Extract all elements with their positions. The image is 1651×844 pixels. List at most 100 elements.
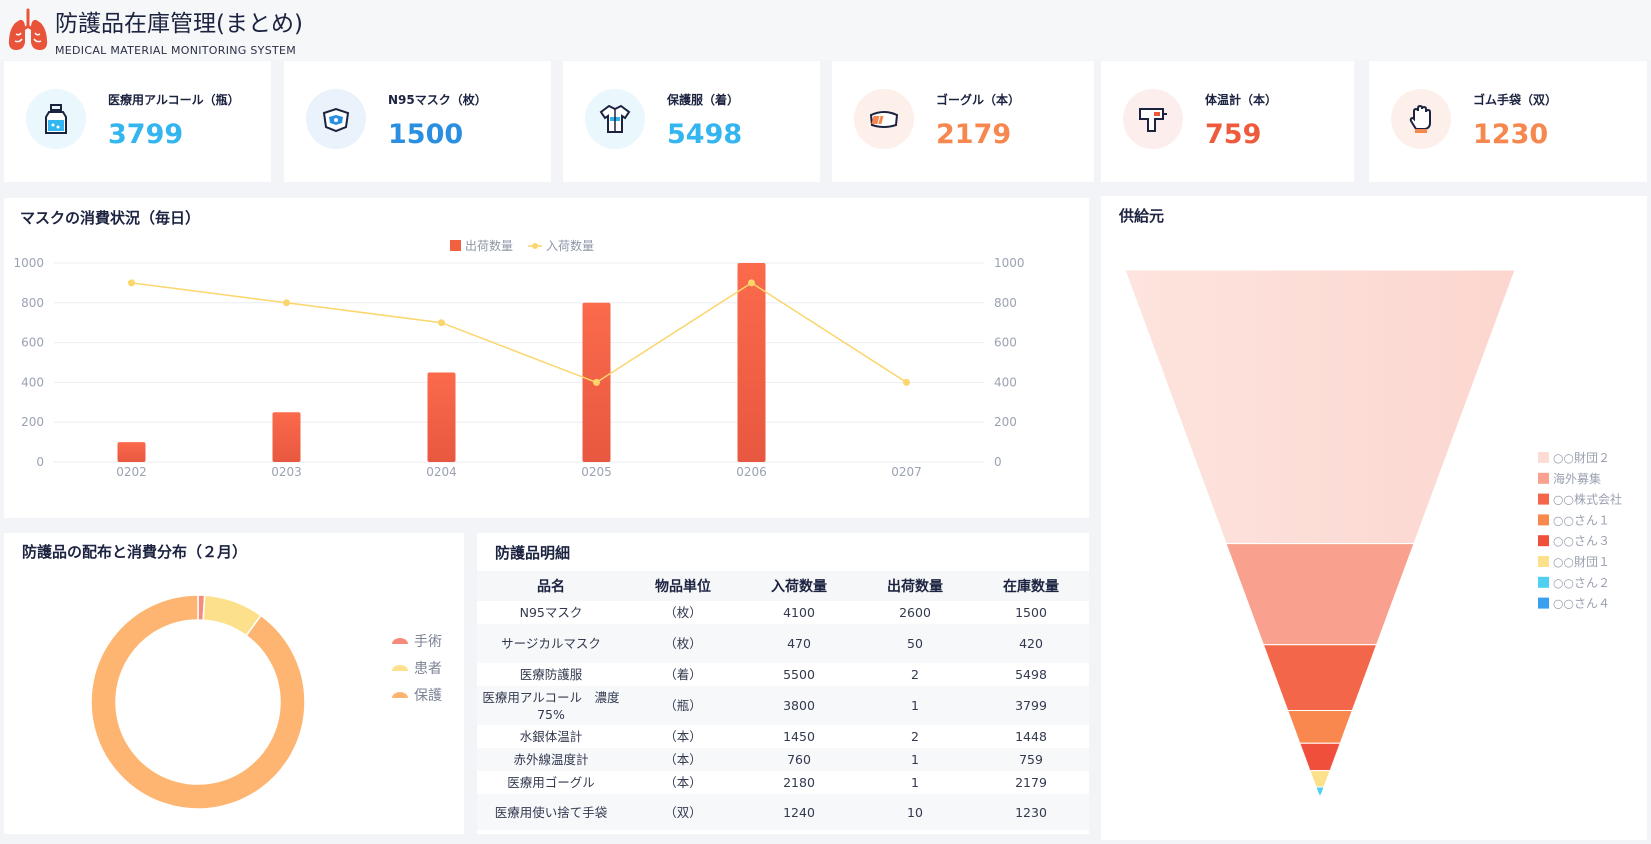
- table-cell: 3799: [973, 686, 1089, 725]
- funnel-segment: [1124, 269, 1516, 545]
- page-subtitle: MEDICAL MATERIAL MONITORING SYSTEM: [55, 44, 297, 57]
- table-cell: 420: [973, 624, 1089, 663]
- table-cell: 1: [857, 748, 973, 771]
- table-row: 水銀体温計 （本） 1450 2 1448: [477, 725, 1089, 748]
- line-point: [283, 299, 290, 307]
- column-header: 在庫数量: [973, 571, 1089, 601]
- stat-value: 5498: [667, 119, 743, 150]
- funnel-segment: [1315, 786, 1325, 796]
- protective-suit-icon: [599, 104, 631, 133]
- x-tick-label: 0205: [581, 465, 612, 479]
- x-tick-label: 0206: [736, 465, 767, 479]
- legend-label: 入荷数量: [546, 238, 594, 253]
- legend-swatch: [450, 240, 461, 251]
- column-header: 物品単位: [625, 571, 741, 601]
- line-point: [748, 279, 755, 287]
- legend-label: 手術: [414, 634, 442, 650]
- table-cell: 1: [857, 771, 973, 794]
- stat-value: 1500: [388, 119, 464, 150]
- legend-label: ○○さん３: [1553, 534, 1610, 548]
- stat-label: ゴーグル（本）: [936, 93, 1021, 107]
- stat-value: 2179: [936, 119, 1012, 150]
- bar: [737, 263, 766, 462]
- table-cell: 470: [741, 624, 857, 663]
- x-tick-label: 0203: [271, 465, 302, 479]
- stat-card-alcohol: 医療用アルコール（瓶） 3799: [4, 61, 271, 182]
- table-cell: 1240: [741, 794, 857, 830]
- distribution-donut-chart: 手術患者保護: [90, 594, 442, 810]
- table-cell: （枚）: [625, 624, 741, 663]
- table-cell: 1230: [973, 794, 1089, 830]
- legend-swatch: [1538, 535, 1549, 547]
- table-cell: 10: [857, 794, 973, 830]
- column-header: 出荷数量: [857, 571, 973, 601]
- table-cell: （瓶）: [625, 686, 741, 725]
- y2-tick-label: 0: [994, 455, 1002, 469]
- stat-icon-circle: [1123, 89, 1183, 149]
- table-cell: 760: [741, 748, 857, 771]
- table-row: 医療用アルコール 濃度75% （瓶） 3800 1 3799: [477, 686, 1089, 725]
- legend-swatch: [1538, 472, 1549, 484]
- glove-icon: [1409, 104, 1431, 133]
- thermometer-icon: [1139, 108, 1167, 132]
- stat-card-n95-mask: N95マスク（枚） 1500: [284, 61, 551, 182]
- line-point: [903, 378, 910, 386]
- table-cell: （本）: [625, 725, 741, 748]
- table-cell: （本）: [625, 771, 741, 794]
- page-title: 防護品在庫管理(まとめ): [55, 11, 303, 37]
- mask-consumption-panel: マスクの消費状況（毎日） 0 200 400 600 800 1000 0 200 400 600…: [4, 198, 1089, 518]
- stat-card-goggles: ゴーグル（本） 2179: [832, 61, 1094, 182]
- y2-tick-label: 400: [994, 375, 1017, 389]
- supplier-funnel-chart: ○○財団２ 海外募集 ○○株式会社 ○○さん１ ○○さん３ ○○財団１ ○○さん２ ○○さん４: [1124, 269, 1622, 800]
- y2-tick-label: 200: [994, 415, 1017, 429]
- legend-label: 患者: [414, 661, 442, 677]
- table-cell: N95マスク: [477, 601, 625, 624]
- funnel-segment: [1309, 770, 1331, 788]
- stat-value: 3799: [108, 119, 184, 150]
- stat-icon-circle: [306, 89, 366, 149]
- stat-label: ゴム手袋（双）: [1473, 93, 1558, 107]
- legend-label: ○○さん２: [1553, 576, 1610, 590]
- y-tick-label: 400: [21, 375, 44, 389]
- table-cell: 3800: [741, 686, 857, 725]
- table-row: 医療用使い捨て手袋 （双） 1240 10 1230: [477, 794, 1089, 830]
- stat-label: 体温計（本）: [1205, 93, 1278, 107]
- table-cell: （双）: [625, 794, 741, 830]
- y-tick-label: 600: [21, 336, 44, 350]
- table-cell: 医療用アルコール 濃度75%: [477, 686, 625, 725]
- legend-label: 海外募集: [1553, 471, 1601, 486]
- stat-card-rubber-glove: ゴム手袋（双） 1230: [1369, 61, 1647, 182]
- table-cell: 1500: [973, 601, 1089, 624]
- series-line: [131, 282, 907, 384]
- legend-swatch: [1538, 556, 1549, 567]
- legend-label: ○○さん１: [1553, 513, 1610, 527]
- y2-tick-label: 800: [994, 296, 1017, 310]
- y-tick-label: 200: [21, 415, 44, 429]
- y-tick-label: 0: [36, 455, 44, 469]
- panel-title: 防護品明細: [495, 544, 571, 562]
- column-header: 入荷数量: [741, 571, 857, 601]
- lungs-logo-icon: [8, 8, 48, 50]
- legend-label: 出荷数量: [465, 238, 513, 253]
- bar: [272, 412, 301, 462]
- table-cell: 2600: [857, 601, 973, 624]
- table-cell: 水銀体温計: [477, 725, 625, 748]
- table-cell: 2: [857, 663, 973, 686]
- table-row: 医療用ゴーグル （本） 2180 1 2179: [477, 771, 1089, 794]
- table-row: 医療防護服 （着） 5500 2 5498: [477, 663, 1089, 686]
- donut-slice: [90, 594, 306, 810]
- goggles-icon: [869, 111, 899, 128]
- stat-icon-circle: [26, 89, 86, 149]
- legend-swatch: [532, 243, 538, 249]
- table-cell: 医療防護服: [477, 663, 625, 686]
- stat-card-protective-suit: 保護服（着） 5498: [563, 61, 820, 182]
- funnel-segment: [1299, 742, 1341, 772]
- table-cell: （枚）: [625, 601, 741, 624]
- alcohol-bottle-icon: [45, 104, 67, 134]
- funnel-segment: [1318, 794, 1322, 800]
- legend-label: ○○財団２: [1553, 450, 1610, 465]
- table-cell: 5500: [741, 663, 857, 686]
- table-cell: （着）: [625, 663, 741, 686]
- bar: [117, 442, 146, 462]
- stat-label: 保護服（着）: [667, 93, 740, 107]
